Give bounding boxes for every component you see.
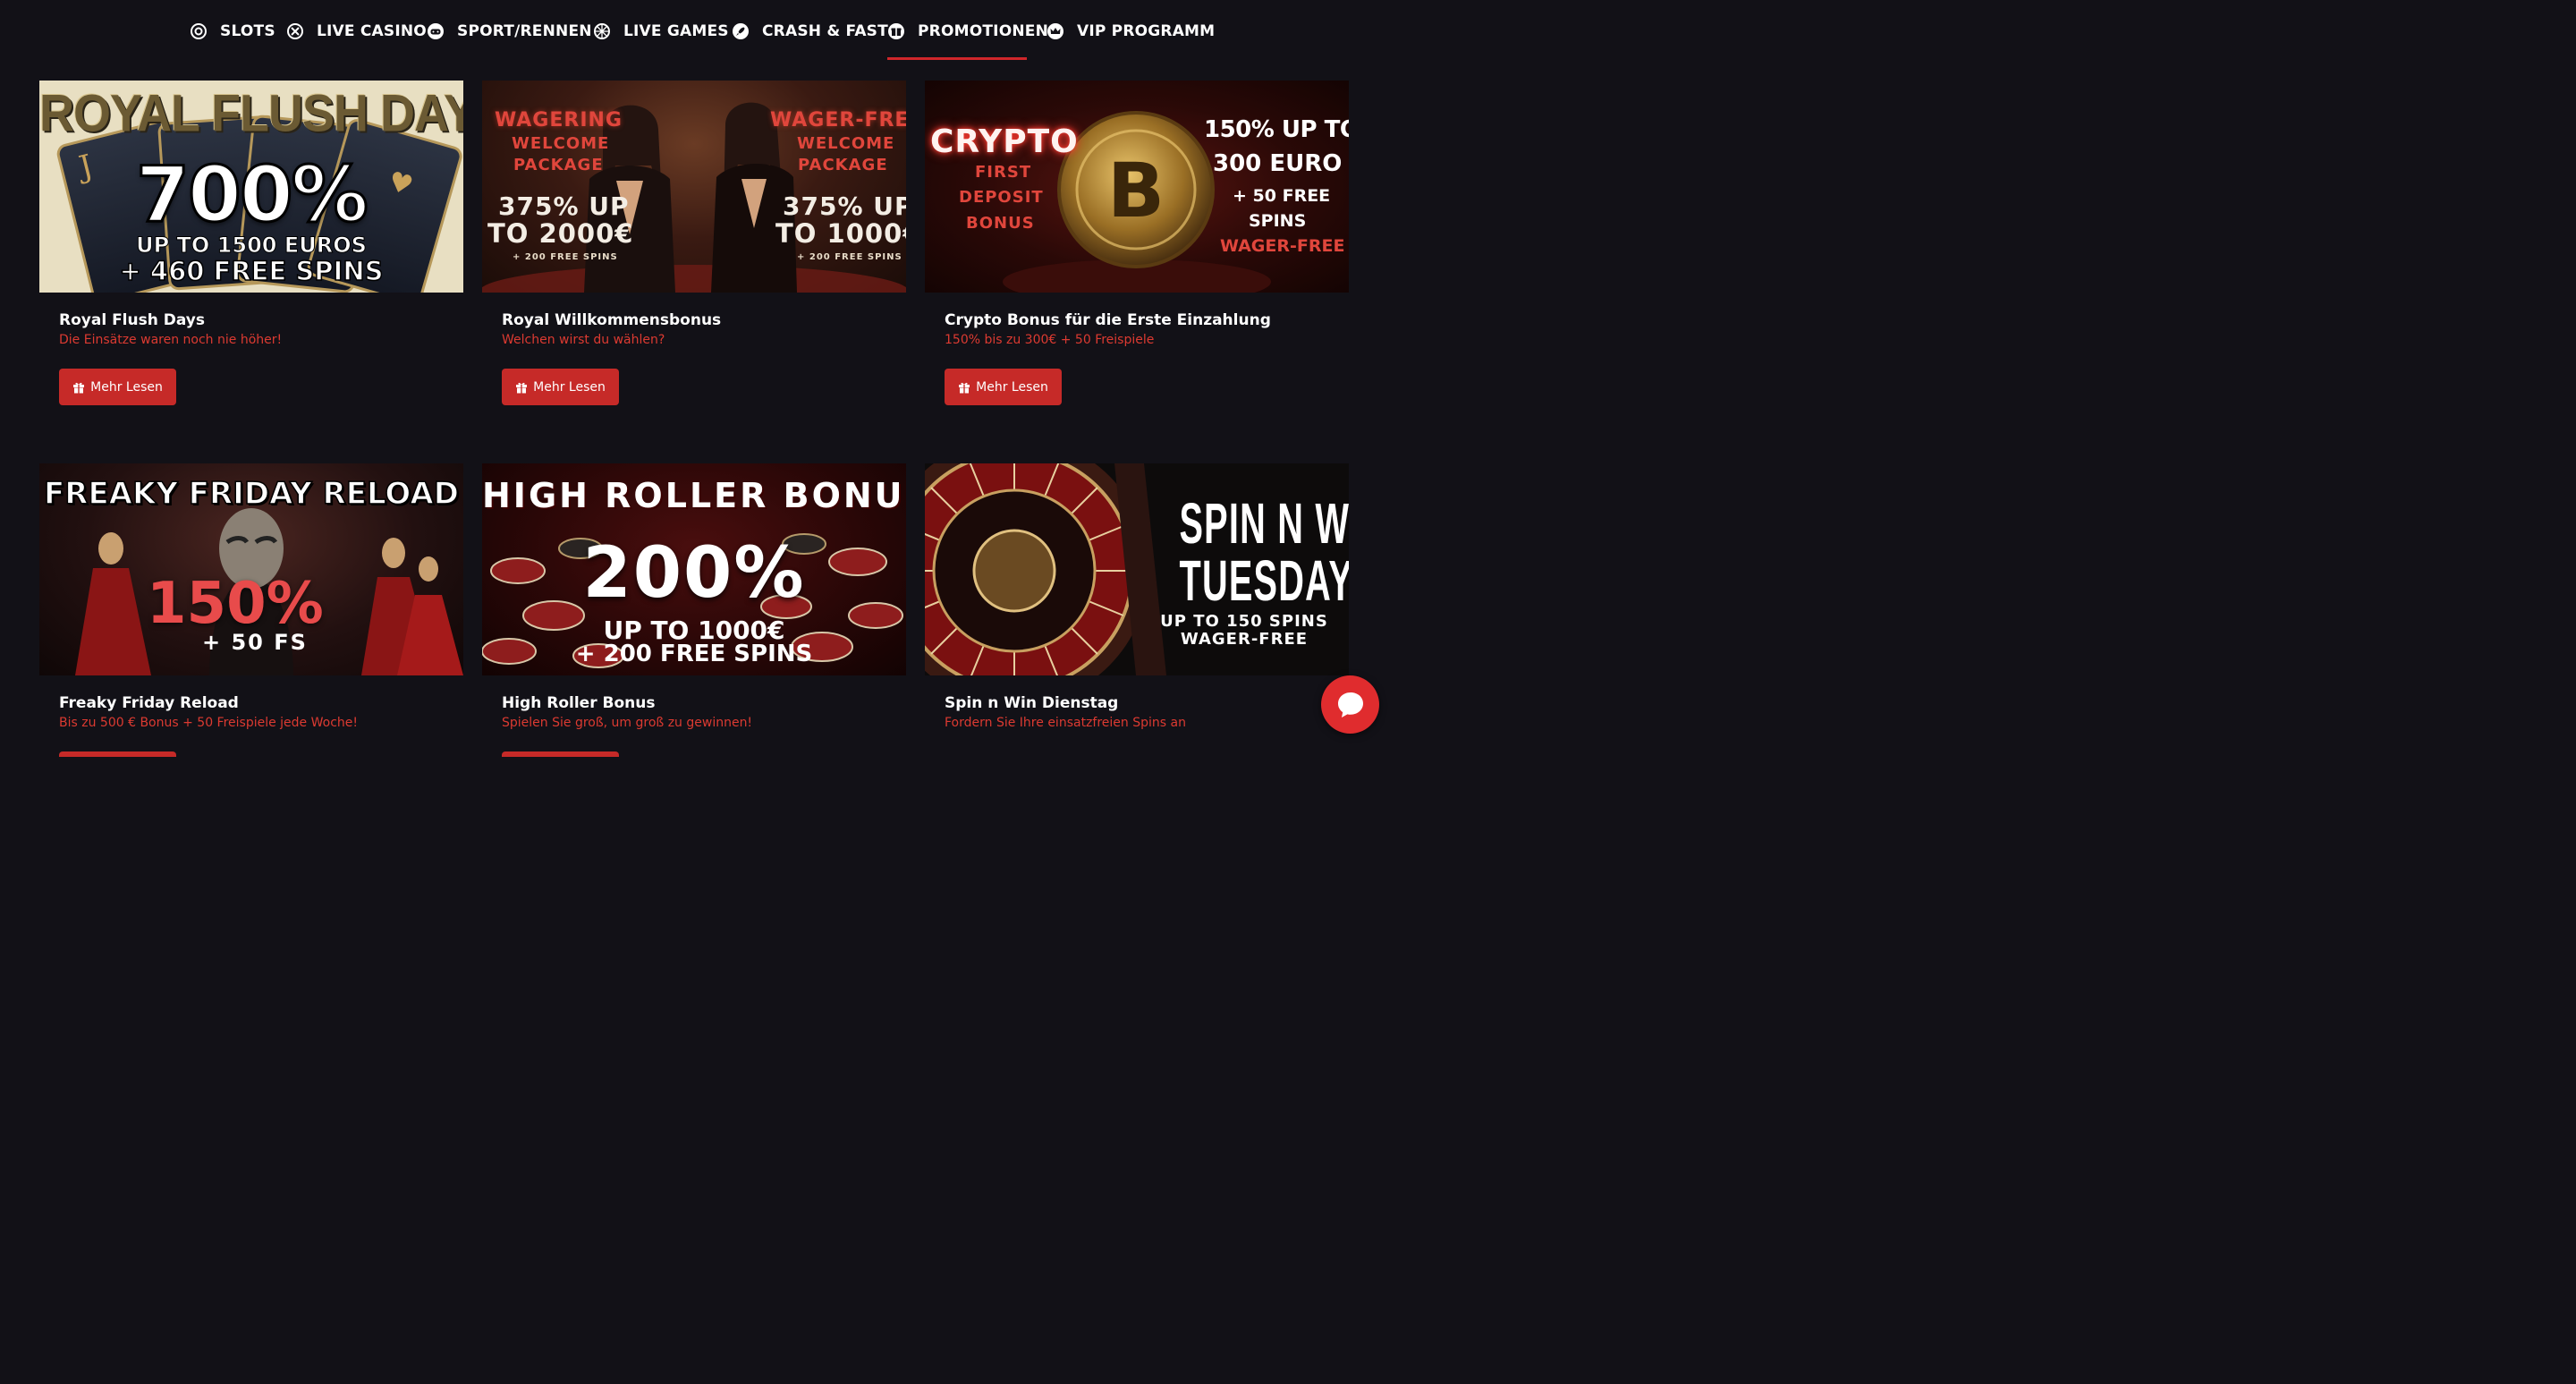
- promo-banner-freaky-friday[interactable]: FREAKY FRIDAY RELOAD 150% + 50 FS: [39, 463, 463, 675]
- bitcoin-symbol: B: [1107, 147, 1165, 234]
- nav-item-sport[interactable]: SPORT/RENNEN: [427, 20, 592, 43]
- active-tab-indicator: [887, 57, 1027, 60]
- freaky-percent: 150%: [147, 571, 324, 637]
- promo-subtitle: Die Einsätze waren noch nie höher!: [59, 333, 283, 347]
- nav-label-vip: VIP PROGRAMM: [1077, 22, 1216, 40]
- promo-title: Spin n Win Dienstag: [945, 694, 1119, 712]
- nav-item-vip[interactable]: VIP PROGRAMM: [1046, 20, 1215, 43]
- promo-title: Royal Willkommensbonus: [502, 311, 722, 329]
- crown-icon: [1047, 23, 1063, 39]
- promo-banner-high-roller[interactable]: HIGH ROLLER BONUS 200% UP TO 1000€ + 200…: [482, 463, 906, 675]
- spin-line4: WAGER-FREE: [1180, 630, 1309, 649]
- promo-subtitle: Bis zu 500 € Bonus + 50 Freispiele jede …: [59, 716, 359, 730]
- nav-item-crash-fast[interactable]: CRASH & FAST: [732, 20, 888, 43]
- nav-item-slots[interactable]: SLOTS: [190, 20, 275, 43]
- freaky-line1: + 50 FS: [202, 630, 308, 655]
- promo-title: Freaky Friday Reload: [59, 694, 239, 712]
- nav-label-live-games: LIVE GAMES: [623, 22, 729, 40]
- promo-subtitle: Fordern Sie Ihre einsatzfreien Spins an: [945, 716, 1186, 730]
- promo-card-freaky-friday: FREAKY FRIDAY RELOAD 150% + 50 FS Freaky…: [39, 463, 463, 757]
- live-chat-button[interactable]: [1321, 675, 1379, 734]
- mehr-lesen-button[interactable]: [502, 751, 619, 757]
- roulette-icon: [287, 23, 303, 39]
- promo-banner-crypto[interactable]: B CRYPTO FIRST DEPOSIT BONUS 150% UP TO …: [925, 81, 1349, 293]
- wagering-amount1: 375% UP: [498, 191, 630, 221]
- wagering-h3: PACKAGE: [513, 156, 604, 174]
- spin-headline1: SPIN N WIN: [1179, 491, 1349, 556]
- promo-banner-royal-flush[interactable]: J ♥ ROYAL FLUSH DAYS 700% UP TO 1500 EUR…: [39, 81, 463, 293]
- promo-title: Royal Flush Days: [59, 311, 206, 329]
- spin-headline2: TUESDAY: [1179, 548, 1349, 613]
- mehr-lesen-button[interactable]: [59, 751, 176, 757]
- crypto-first: FIRST: [975, 163, 1032, 182]
- promo-title: Crypto Bonus für die Erste Einzahlung: [945, 311, 1271, 329]
- nav-label-sport: SPORT/RENNEN: [457, 22, 592, 40]
- freaky-headline: FREAKY FRIDAY RELOAD: [43, 475, 459, 513]
- chat-bubble-icon: [1337, 692, 1363, 717]
- royal-flush-headline: ROYAL FLUSH DAYS: [39, 84, 463, 143]
- promo-card-willkommensbonus: WAGERING WELCOME PACKAGE 375% UP TO 2000…: [482, 81, 906, 405]
- wagering-h1: WAGERING: [495, 109, 623, 132]
- promo-subtitle: Spielen Sie groß, um groß zu gewinnen!: [502, 716, 753, 730]
- gift-icon: [959, 382, 970, 393]
- crypto-r5: WAGER-FREE: [1220, 236, 1345, 256]
- crypto-r1: 150% UP TO: [1204, 116, 1349, 143]
- nav-label-promotionen: PROMOTIONEN: [918, 22, 1049, 40]
- wagering-amount2: TO 2000€: [487, 218, 634, 249]
- promo-card-high-roller: HIGH ROLLER BONUS 200% UP TO 1000€ + 200…: [482, 463, 906, 757]
- promo-banner-willkommensbonus[interactable]: WAGERING WELCOME PACKAGE 375% UP TO 2000…: [482, 81, 906, 293]
- nav-label-crash-fast: CRASH & FAST: [762, 22, 888, 40]
- nav-label-slots: SLOTS: [220, 22, 275, 40]
- mehr-lesen-button[interactable]: Mehr Lesen: [59, 369, 176, 405]
- nav-label-live-casino: LIVE CASINO: [317, 22, 427, 40]
- promo-card-spin-n-win: SPIN N WIN TUESDAY UP TO 150 SPINS WAGER…: [925, 463, 1349, 730]
- nav-item-promotionen[interactable]: PROMOTIONEN: [887, 20, 1048, 43]
- crypto-r2: 300 EURO: [1213, 150, 1343, 177]
- crypto-bonus: BONUS: [966, 214, 1035, 233]
- crypto-deposit: DEPOSIT: [959, 188, 1044, 207]
- spin-line3: UP TO 150 SPINS: [1160, 612, 1328, 631]
- gift-icon: [888, 23, 904, 39]
- main-nav: SLOTS LIVE CASINO SPORT/RENNEN LIVE GAME…: [0, 0, 1402, 63]
- slot-chip-icon: [191, 23, 207, 39]
- mehr-lesen-button[interactable]: Mehr Lesen: [945, 369, 1062, 405]
- promo-title: High Roller Bonus: [502, 694, 656, 712]
- wagerfree-small: + 200 FREE SPINS: [797, 252, 902, 262]
- crypto-r3: + 50 FREE: [1233, 186, 1331, 206]
- wagerfree-h2: WELCOME: [797, 134, 895, 153]
- wagering-small: + 200 FREE SPINS: [513, 252, 618, 262]
- promo-card-royal-flush: J ♥ ROYAL FLUSH DAYS 700% UP TO 1500 EUR…: [39, 81, 463, 405]
- rocket-icon: [733, 23, 749, 39]
- mehr-lesen-label: Mehr Lesen: [976, 379, 1048, 395]
- wagerfree-amount2: TO 1000€: [775, 218, 906, 249]
- promo-card-crypto: B CRYPTO FIRST DEPOSIT BONUS 150% UP TO …: [925, 81, 1349, 405]
- wagerfree-amount1: 375% UP: [783, 191, 906, 221]
- mehr-lesen-button[interactable]: Mehr Lesen: [502, 369, 619, 405]
- high-roller-percent: 200%: [582, 533, 806, 614]
- promo-subtitle: 150% bis zu 300€ + 50 Freispiele: [945, 333, 1155, 347]
- royal-flush-percent: 700%: [135, 149, 370, 242]
- promo-banner-spin-n-win[interactable]: SPIN N WIN TUESDAY UP TO 150 SPINS WAGER…: [925, 463, 1349, 675]
- wagering-h2: WELCOME: [512, 134, 610, 153]
- promo-subtitle: Welchen wirst du wählen?: [502, 333, 665, 347]
- mehr-lesen-label: Mehr Lesen: [533, 379, 606, 395]
- wagerfree-h3: PACKAGE: [798, 156, 888, 174]
- high-roller-headline: HIGH ROLLER BONUS: [482, 476, 906, 515]
- gift-icon: [73, 382, 85, 393]
- gamepad-icon: [428, 23, 444, 39]
- nav-item-live-casino[interactable]: LIVE CASINO: [286, 20, 427, 43]
- royal-flush-line2: + 460 FREE SPINS: [119, 255, 384, 287]
- wheel-icon: [594, 23, 610, 39]
- crypto-word: CRYPTO: [930, 123, 1079, 160]
- nav-item-live-games[interactable]: LIVE GAMES: [593, 20, 729, 43]
- crypto-r4: SPINS: [1249, 211, 1307, 231]
- high-roller-line2: + 200 FREE SPINS: [575, 641, 813, 667]
- mehr-lesen-label: Mehr Lesen: [90, 379, 163, 395]
- gift-icon: [516, 382, 528, 393]
- royal-flush-line1: UP TO 1500 EUROS: [136, 233, 368, 259]
- wagerfree-h1: WAGER-FREE: [770, 109, 906, 132]
